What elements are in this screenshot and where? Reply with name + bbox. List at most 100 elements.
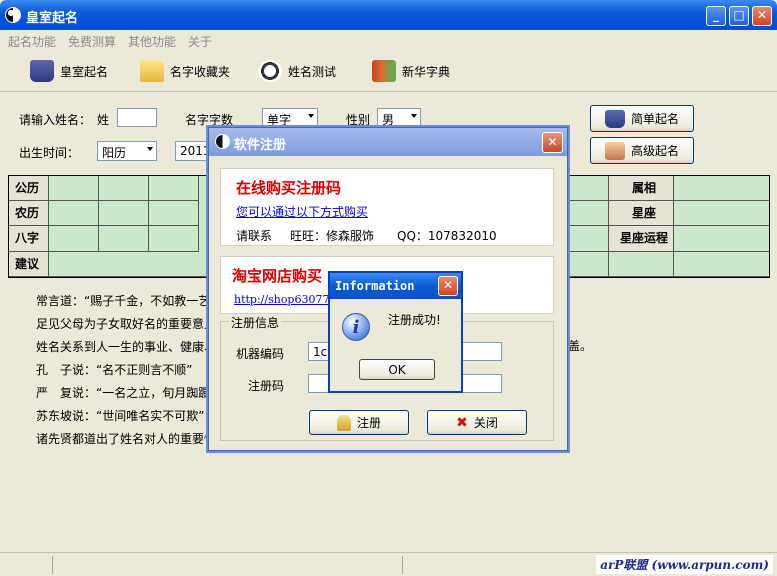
- menu-free-calc[interactable]: 免费测算: [68, 33, 116, 50]
- dialog-close-button[interactable]: ✕: [542, 132, 563, 153]
- contact-label: 请联系: [236, 229, 273, 243]
- intro-tail: 盖。: [568, 339, 593, 353]
- menu-naming[interactable]: 起名功能: [8, 33, 56, 50]
- menu-other[interactable]: 其他功能: [128, 33, 176, 50]
- taobao-title: 淘宝网店购买: [232, 267, 323, 285]
- grid-cell: [49, 226, 99, 252]
- purchase-methods-link[interactable]: 您可以通过以下方式购买: [236, 203, 368, 220]
- gender-value: 男: [382, 113, 395, 127]
- grid-cell: [99, 226, 149, 252]
- qq-text: QQ：107832010: [397, 229, 497, 243]
- royal-naming-tool[interactable]: 皇室起名: [30, 58, 108, 84]
- grid-cell: [49, 201, 99, 226]
- calendar-select[interactable]: 阳历: [97, 141, 157, 161]
- grid-cell: [674, 252, 769, 277]
- minimize-button[interactable]: _: [706, 6, 726, 26]
- grid-cell: [149, 201, 199, 226]
- year-value: 2011: [180, 144, 211, 158]
- info-message: 注册成功!: [388, 313, 441, 327]
- count-select[interactable]: 单字: [262, 108, 318, 128]
- taobao-link[interactable]: http://shop63077: [234, 293, 329, 306]
- favorites-tool[interactable]: 名字收藏夹: [140, 58, 230, 84]
- menu-bar: 起名功能 免费测算 其他功能 关于: [0, 30, 777, 50]
- name-label: 请输入姓名：: [19, 113, 92, 127]
- lock-icon: [336, 414, 351, 431]
- x-icon: ✖: [456, 414, 468, 431]
- maximize-button[interactable]: □: [729, 6, 749, 26]
- simple-naming-button[interactable]: 简单起名: [590, 105, 694, 132]
- tool-label: 名字收藏夹: [170, 64, 231, 79]
- status-separator: [52, 556, 53, 574]
- close-button[interactable]: ✕: [752, 6, 772, 26]
- gender-label: 性别: [346, 113, 371, 127]
- online-purchase-section: 在线购买注册码 您可以通过以下方式购买 请联系 旺旺：修森服饰 QQ：10783…: [220, 168, 554, 246]
- wangwang-text: 旺旺：修森服饰: [290, 229, 375, 243]
- name-test-tool[interactable]: 姓名测试: [258, 58, 336, 84]
- zodiac-animal-label: 属相: [609, 176, 674, 201]
- gender-select[interactable]: 男: [377, 108, 421, 128]
- button-label: 注册: [356, 416, 381, 430]
- grid-cell: [99, 176, 149, 201]
- status-separator: [402, 556, 403, 574]
- horoscope-label: 星座运程: [609, 226, 674, 252]
- registration-code-label: 注册码: [248, 379, 285, 393]
- button-label: 简单起名: [630, 112, 679, 126]
- ok-button[interactable]: OK: [359, 359, 435, 380]
- yin-yang-icon: [5, 7, 21, 23]
- info-icon: i: [342, 313, 370, 341]
- advanced-naming-button[interactable]: 高级起名: [590, 137, 694, 164]
- close-dialog-button[interactable]: ✖ 关闭: [427, 410, 527, 435]
- registration-info-label: 注册信息: [229, 314, 282, 331]
- row-label-advice: 建议: [9, 252, 49, 277]
- count-label: 名字字数: [185, 113, 234, 127]
- tool-label: 新华字典: [402, 64, 451, 79]
- row-label-lunar: 农历: [9, 201, 49, 226]
- yin-yang-icon: [215, 134, 230, 149]
- watermark: arP联盟 (www.arpun.com): [596, 555, 773, 574]
- count-value: 单字: [267, 113, 292, 127]
- menu-about[interactable]: 关于: [188, 33, 212, 50]
- info-close-button[interactable]: ✕: [438, 276, 458, 296]
- folder-icon: [140, 60, 164, 82]
- grid-cell: [674, 226, 769, 252]
- dropdown-arrow-icon: [411, 114, 417, 118]
- tool-label: 皇室起名: [60, 64, 109, 79]
- dialog-title: 软件注册: [234, 138, 287, 153]
- info-title-bar: Information ✕: [330, 273, 461, 299]
- book-icon: [372, 60, 396, 82]
- surname-label: 姓: [97, 113, 110, 127]
- surname-input[interactable]: [117, 108, 157, 127]
- grid-cell: [149, 176, 199, 201]
- grid-cell: [674, 201, 769, 226]
- dialog-title-bar: 软件注册 ✕: [209, 128, 567, 156]
- tool-label: 姓名测试: [288, 64, 337, 79]
- grid-cell: [49, 176, 99, 201]
- dropdown-arrow-icon: [147, 147, 153, 151]
- row-label-solar: 公历: [9, 176, 49, 201]
- toolbar: 皇室起名 名字收藏夹 姓名测试 新华字典: [0, 50, 777, 92]
- seal-icon: [30, 60, 54, 82]
- status-bar: arP联盟 (www.arpun.com): [0, 552, 777, 576]
- register-button[interactable]: 注册: [309, 410, 409, 435]
- birth-label: 出生时间：: [19, 146, 80, 160]
- machine-code-label: 机器编码: [236, 347, 285, 361]
- grid-cell: [674, 176, 769, 201]
- online-purchase-title: 在线购买注册码: [236, 179, 342, 197]
- hand-icon: [604, 141, 625, 160]
- information-dialog: Information ✕ i 注册成功! OK: [328, 271, 463, 393]
- grid-cell: [609, 252, 674, 277]
- dictionary-tool[interactable]: 新华字典: [372, 58, 450, 84]
- button-label: 高级起名: [630, 144, 679, 158]
- info-title: Information: [335, 279, 415, 293]
- title-bar: 皇室起名 _ □ ✕: [0, 0, 777, 30]
- window-title: 皇室起名: [26, 11, 79, 26]
- seal-icon: [604, 109, 625, 128]
- dropdown-arrow-icon: [308, 114, 314, 118]
- calendar-value: 阳历: [102, 146, 127, 160]
- constellation-label: 星座: [609, 201, 674, 226]
- grid-cell: [149, 226, 199, 252]
- grid-cell: [99, 201, 149, 226]
- button-label: 关闭: [473, 416, 498, 430]
- row-label-bazi: 八字: [9, 226, 49, 252]
- face-icon: [258, 60, 282, 82]
